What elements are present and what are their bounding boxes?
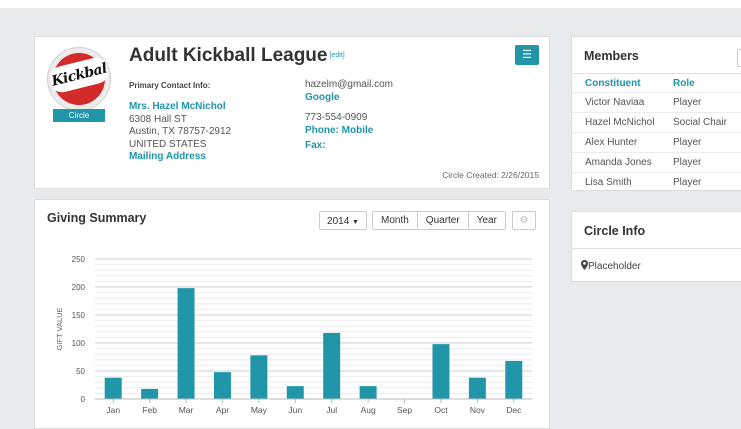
bar-feb xyxy=(141,388,159,399)
x-tick-label: Apr xyxy=(216,405,229,415)
contact-phone: 773-554-0909 xyxy=(305,112,368,123)
contact-methods-block: hazelm@gmail.com Google 773-554-0909 Pho… xyxy=(305,79,393,153)
bar-nov xyxy=(468,377,486,399)
address-country: UNITED STATES xyxy=(129,138,207,150)
x-tick-label: Feb xyxy=(142,405,157,415)
y-tick-label: 150 xyxy=(72,311,86,320)
bar-dec xyxy=(505,360,523,399)
member-role: Player xyxy=(673,132,741,153)
table-row[interactable]: Lisa Smith Player xyxy=(572,172,741,192)
table-row[interactable]: Amanda Jones Player xyxy=(572,152,741,173)
circle-badge: Circle xyxy=(53,109,105,122)
bar-jul xyxy=(323,332,341,399)
map-marker-icon xyxy=(581,260,588,270)
members-action-button[interactable] xyxy=(737,49,741,67)
member-name: Hazel McNichol xyxy=(572,112,673,133)
x-tick-label: Sep xyxy=(397,405,412,415)
circle-info-title: Circle Info xyxy=(584,224,646,238)
member-name: Lisa Smith xyxy=(572,172,673,192)
y-tick-label: 250 xyxy=(72,255,86,264)
x-tick-label: Dec xyxy=(506,405,522,415)
contact-email: hazelm@gmail.com xyxy=(305,79,393,90)
y-axis-label: GIFT VALUE xyxy=(55,307,64,350)
y-tick-label: 50 xyxy=(76,367,85,376)
y-tick-label: 200 xyxy=(72,283,86,292)
x-tick-label: Aug xyxy=(361,405,376,415)
members-panel: Members Constituent Role Victor Naviaa P… xyxy=(571,36,741,192)
y-tick-label: 100 xyxy=(72,339,86,348)
fax-link[interactable]: Fax: xyxy=(305,140,393,153)
x-tick-label: Jun xyxy=(288,405,302,415)
hamburger-icon: ☰ xyxy=(522,49,532,61)
address-line1: 6308 Hall ST xyxy=(129,113,187,125)
x-tick-label: Jul xyxy=(326,405,337,415)
x-tick-label: Oct xyxy=(434,405,448,415)
table-row[interactable]: Victor Naviaa Player xyxy=(572,92,741,113)
bar-apr xyxy=(213,372,231,399)
address-line2: Austin, TX 78757-2912 xyxy=(129,126,232,137)
email-type-link[interactable]: Google xyxy=(305,92,393,105)
page-title: Adult Kickball League [edit] xyxy=(129,45,345,67)
y-tick-label: 0 xyxy=(81,395,86,404)
bar-jan xyxy=(104,377,122,399)
circle-logo: Kickbal Circle xyxy=(47,47,111,122)
phone-type-link[interactable]: Phone: Mobile xyxy=(305,125,393,138)
menu-button[interactable]: ☰ xyxy=(515,45,539,65)
edit-link[interactable]: [edit] xyxy=(329,52,344,59)
bar-oct xyxy=(432,344,450,399)
table-row[interactable]: Hazel McNichol Social Chair xyxy=(572,112,741,133)
address-type-link[interactable]: Mailing Address xyxy=(129,151,231,164)
profile-panel: Kickbal Circle Adult Kickball League [edi… xyxy=(34,36,550,189)
giving-chart: 0 50 100 150 200 250 GIFT VALUE Jan Feb Mar Apr May… xyxy=(55,255,532,415)
contact-name-link[interactable]: Mrs. Hazel McNichol xyxy=(129,101,231,114)
members-table: Constituent Role Victor Naviaa Player Ha… xyxy=(572,74,741,192)
x-tick-label: Mar xyxy=(179,405,194,415)
giving-summary-panel: Giving Summary 2014 ▼ Month Quarter Year… xyxy=(34,199,550,429)
bar-aug xyxy=(359,386,377,399)
circle-created-date: Circle Created: 2/26/2015 xyxy=(442,170,539,180)
member-name: Amanda Jones xyxy=(572,152,673,173)
member-name: Victor Naviaa xyxy=(572,92,673,113)
primary-contact-label: Primary Contact Info: xyxy=(129,81,211,90)
circle-info-divider xyxy=(572,248,741,249)
circle-info-location: Placeholder xyxy=(581,260,641,272)
top-bar xyxy=(0,0,741,8)
member-role: Player xyxy=(673,152,741,173)
member-name: Alex Hunter xyxy=(572,132,673,153)
circle-info-panel: Circle Info Placeholder xyxy=(571,211,741,282)
contact-address-block: Mrs. Hazel McNichol 6308 Hall ST Austin,… xyxy=(129,101,231,164)
members-title: Members xyxy=(584,49,639,63)
column-header-role[interactable]: Role xyxy=(673,74,741,93)
bar-mar xyxy=(177,288,195,399)
bar-may xyxy=(250,355,268,399)
member-role: Social Chair xyxy=(673,112,741,133)
x-tick-label: Jan xyxy=(106,405,120,415)
x-tick-label: May xyxy=(251,405,268,415)
member-role: Player xyxy=(673,92,741,113)
table-row[interactable]: Alex Hunter Player xyxy=(572,132,741,153)
page-title-text: Adult Kickball League xyxy=(129,45,328,66)
x-tick-label: Nov xyxy=(470,405,486,415)
circle-info-placeholder: Placeholder xyxy=(588,261,641,272)
column-header-constituent[interactable]: Constituent xyxy=(572,74,673,93)
bar-jun xyxy=(286,386,304,399)
member-role: Player xyxy=(673,172,741,192)
